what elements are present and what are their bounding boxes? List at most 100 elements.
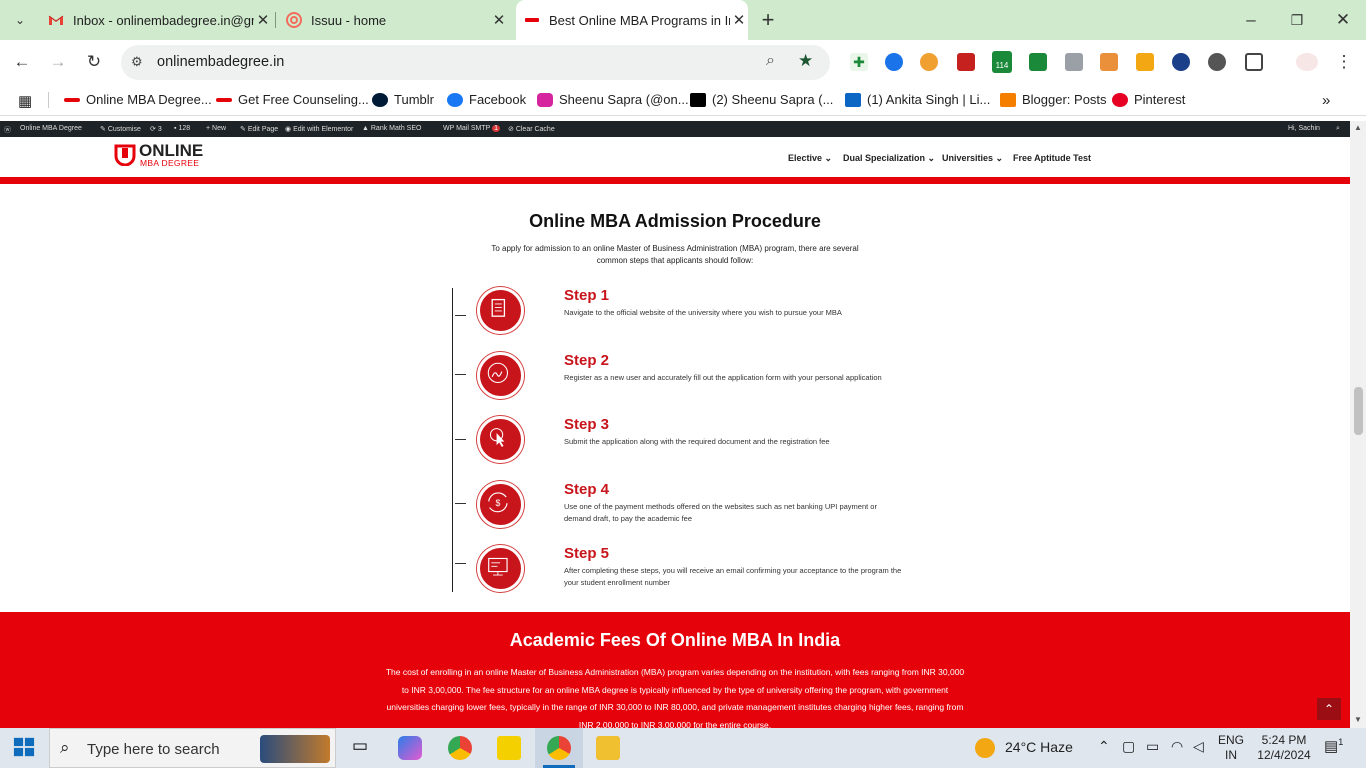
tab-search-icon[interactable]: ⌄	[8, 8, 32, 32]
apps-grid-icon[interactable]: ▦	[18, 92, 32, 110]
restore-button[interactable]: ❐	[1285, 8, 1309, 32]
lang-secondary: IN	[1225, 748, 1237, 762]
close-icon[interactable]: ✕	[254, 11, 272, 29]
wp-clear-cache[interactable]: ⊘ Clear Cache	[508, 125, 555, 133]
meet-now-icon[interactable]: ▢	[1122, 738, 1135, 755]
scroll-down-icon[interactable]: ▼	[1354, 715, 1362, 724]
nav-elective[interactable]: Elective ⌄	[788, 153, 832, 164]
language-indicator[interactable]: ENG IN	[1218, 733, 1244, 763]
clock[interactable]: 5:24 PM 12/4/2024	[1252, 733, 1316, 763]
wp-elementor[interactable]: ◉ Edit with Elementor	[285, 125, 353, 133]
step-desc: Submit the application along with the re…	[564, 437, 830, 446]
chrome-icon[interactable]	[448, 736, 472, 760]
tumblr-icon	[372, 92, 388, 107]
address-bar[interactable]: ⚙ onlinembadegree.in ⌕ ★	[121, 45, 830, 80]
extensions-puzzle-icon[interactable]	[1245, 53, 1263, 71]
page-scrollbar[interactable]: ▲ ▼	[1350, 121, 1366, 728]
pdf-icon[interactable]	[957, 53, 975, 71]
close-icon[interactable]: ✕	[490, 11, 508, 29]
calendar-extension-icon[interactable]: 114	[992, 51, 1012, 73]
wp-customise[interactable]: ✎ Customise	[100, 125, 141, 133]
wp-new[interactable]: + New	[206, 125, 226, 132]
extension-pr-icon[interactable]	[1029, 53, 1047, 71]
signature-icon	[477, 352, 524, 399]
weather-icon[interactable]	[975, 738, 995, 758]
bookmark-item[interactable]: Online MBA Degree...	[64, 92, 212, 107]
nav-universities[interactable]: Universities ⌄	[942, 153, 1003, 164]
minimize-button[interactable]: –	[1239, 8, 1263, 32]
volume-icon[interactable]: ◁	[1193, 738, 1204, 755]
wp-greeting[interactable]: Hi, Sachin	[1288, 125, 1320, 132]
chevron-up-icon[interactable]: ⌃	[1098, 738, 1110, 755]
step-title: Step 1	[564, 287, 610, 304]
bookmark-label: Facebook	[469, 92, 527, 107]
back-to-top-button[interactable]: ⌃	[1317, 698, 1341, 720]
extension-pen-icon[interactable]	[1100, 53, 1118, 71]
tab-gmail[interactable]: Inbox - onlinembadegree.in@gmail.com ✕	[40, 0, 272, 40]
tab-title: Issuu - home	[311, 12, 387, 28]
scrollbar-thumb[interactable]	[1354, 387, 1363, 435]
close-icon[interactable]: ✕	[730, 11, 748, 29]
menu-kebab-icon[interactable]: ⋮	[1332, 50, 1356, 74]
extension-add-icon[interactable]: ✚	[850, 53, 868, 71]
bookmarks-overflow-icon[interactable]: »	[1322, 92, 1330, 109]
wordpress-icon[interactable]: ⓦ	[4, 125, 11, 135]
battery-icon[interactable]: ▭	[1146, 738, 1159, 755]
back-button[interactable]: ←	[10, 50, 34, 74]
extension-check-icon[interactable]	[1136, 53, 1154, 71]
extension-copy-icon[interactable]	[1065, 53, 1083, 71]
site-info-icon[interactable]: ⚙	[131, 54, 143, 70]
chevron-down-icon: ⌄	[995, 153, 1004, 163]
wp-updates[interactable]: ⟳ 3	[150, 125, 162, 133]
new-tab-button[interactable]: +	[756, 8, 780, 32]
windows-start-icon[interactable]	[13, 736, 37, 760]
profile-avatar[interactable]	[1296, 53, 1318, 71]
wifi-icon[interactable]: ◠	[1171, 738, 1183, 755]
forward-button[interactable]: →	[46, 50, 70, 74]
bookmark-item[interactable]: Blogger: Posts	[1000, 92, 1107, 107]
bookmark-item[interactable]: Get Free Counseling...	[216, 92, 369, 107]
clock-time: 5:24 PM	[1261, 733, 1307, 747]
tab-issuu[interactable]: Issuu - home ✕	[278, 0, 508, 40]
weather-text[interactable]: 24°C Haze	[1005, 739, 1073, 755]
wp-rankmath[interactable]: ▲ Rank Math SEO	[362, 125, 421, 132]
blogger-icon	[1000, 92, 1016, 107]
bookmark-star-icon[interactable]: ★	[798, 51, 813, 71]
tab-active[interactable]: Best Online MBA Programs in India ✕	[516, 0, 748, 40]
sticky-notes-icon[interactable]	[497, 736, 521, 760]
copilot-icon[interactable]	[398, 736, 422, 760]
wp-search-icon[interactable]: ⌕	[1336, 125, 1340, 133]
bookmark-label: (2) Sheenu Sapra (...	[712, 92, 834, 107]
bookmark-item[interactable]: Facebook	[447, 92, 526, 107]
bookmark-item[interactable]: (2) Sheenu Sapra (...	[690, 92, 833, 107]
site-icon	[525, 18, 539, 22]
taskbar-search-box[interactable]: ⌕ Type here to search	[49, 728, 336, 768]
wp-mail-smtp[interactable]: WP Mail SMTP 1	[443, 125, 501, 132]
scroll-up-icon[interactable]: ▲	[1354, 123, 1362, 132]
bookmark-item[interactable]: (1) Ankita Singh | Li...	[845, 92, 990, 107]
wp-edit-page[interactable]: ✎ Edit Page	[240, 125, 278, 133]
site-logo-icon[interactable]	[113, 142, 137, 167]
bookmark-item[interactable]: Sheenu Sapra (@on...	[537, 92, 689, 107]
monitor-icon	[477, 545, 524, 592]
bookmark-item[interactable]: Tumblr	[372, 92, 434, 107]
facebook-icon	[447, 92, 463, 107]
taskbar-active-app[interactable]	[535, 728, 583, 768]
extension-orange-icon[interactable]	[920, 53, 938, 71]
zoom-icon[interactable]: ⌕	[766, 52, 775, 70]
notifications-icon[interactable]: ▤1	[1324, 737, 1343, 755]
wp-comments[interactable]: ▪ 128	[174, 125, 190, 132]
nav-dual-specialization[interactable]: Dual Specialization ⌄	[843, 153, 935, 164]
bookmark-item[interactable]: Pinterest	[1112, 92, 1185, 107]
extension-link-icon[interactable]	[885, 53, 903, 71]
wp-site-name[interactable]: Online MBA Degree	[20, 125, 82, 132]
toolbar: ← → ↻ ⚙ onlinembadegree.in ⌕ ★ ✚ 114 ⋮	[0, 40, 1366, 84]
reload-button[interactable]: ↻	[82, 50, 106, 74]
file-explorer-icon[interactable]	[596, 736, 620, 760]
nav-free-aptitude-test[interactable]: Free Aptitude Test	[1013, 153, 1091, 163]
extension-gear-icon[interactable]	[1208, 53, 1226, 71]
extension-100-icon[interactable]	[1172, 53, 1190, 71]
admission-title: Online MBA Admission Procedure	[529, 211, 821, 231]
window-close-button[interactable]: ✕	[1331, 8, 1355, 32]
task-view-icon[interactable]: ▭	[348, 736, 372, 760]
